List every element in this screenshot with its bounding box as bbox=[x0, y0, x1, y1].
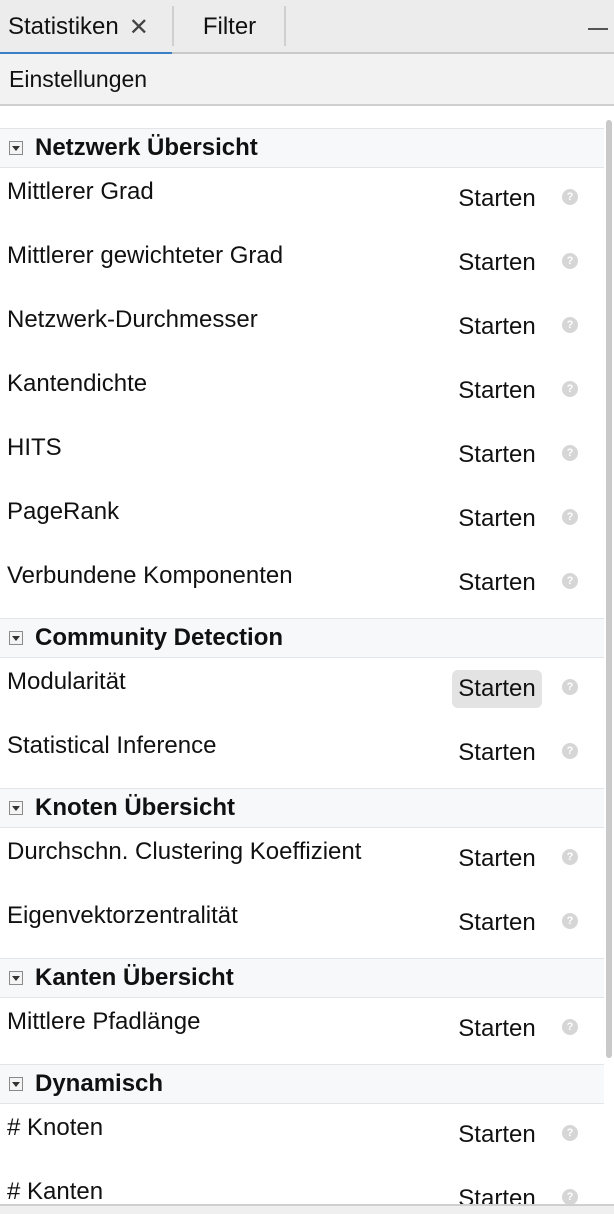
run-button[interactable]: Starten bbox=[452, 670, 542, 708]
help-icon[interactable]: ? bbox=[562, 1189, 578, 1204]
stat-row-eigenvektorzentralitaet: Eigenvektorzentralität Starten ? bbox=[0, 892, 604, 956]
help-icon[interactable]: ? bbox=[562, 253, 578, 269]
section-title: Netzwerk Übersicht bbox=[35, 134, 258, 161]
settings-label: Einstellungen bbox=[9, 65, 148, 92]
collapse-icon[interactable] bbox=[9, 141, 23, 155]
tab-statistiken-label: Statistiken bbox=[8, 13, 119, 40]
stat-row-mittlerer-gewichteter-grad: Mittlerer gewichteter Grad Starten ? bbox=[0, 232, 604, 296]
help-icon[interactable]: ? bbox=[562, 1019, 578, 1035]
stat-row-statistical-inference: Statistical Inference Starten ? bbox=[0, 722, 604, 786]
help-icon[interactable]: ? bbox=[562, 317, 578, 333]
section-header-netzwerk-uebersicht[interactable]: Netzwerk Übersicht bbox=[0, 128, 604, 168]
section-title: Community Detection bbox=[35, 624, 284, 651]
help-icon[interactable]: ? bbox=[562, 509, 578, 525]
section-title: Knoten Übersicht bbox=[35, 794, 236, 821]
stat-row-netzwerk-durchmesser: Netzwerk-Durchmesser Starten ? bbox=[0, 296, 604, 360]
run-button[interactable]: Starten bbox=[452, 308, 542, 346]
run-button[interactable]: Starten bbox=[452, 734, 542, 772]
minimize-icon[interactable] bbox=[588, 28, 608, 30]
stat-label: Mittlere Pfadlänge bbox=[7, 1008, 201, 1035]
stat-row-clustering-koeffizient: Durchschn. Clustering Koeffizient Starte… bbox=[0, 828, 604, 892]
stat-label: Mittlerer gewichteter Grad bbox=[7, 242, 284, 269]
collapse-icon[interactable] bbox=[9, 801, 23, 815]
help-icon[interactable]: ? bbox=[562, 679, 578, 695]
run-button[interactable]: Starten bbox=[452, 1180, 542, 1204]
stat-row-kantendichte: Kantendichte Starten ? bbox=[0, 360, 604, 424]
stat-row-verbundene-komponenten: Verbundene Komponenten Starten ? bbox=[0, 552, 604, 616]
stat-row-mittlerer-grad: Mittlerer Grad Starten ? bbox=[0, 168, 604, 232]
tab-filter-label: Filter bbox=[202, 13, 257, 40]
stat-label: Durchschn. Clustering Koeffizient bbox=[7, 838, 362, 865]
statistics-list: Netzwerk Übersicht Mittlerer Grad Starte… bbox=[0, 106, 614, 1204]
run-button[interactable]: Starten bbox=[452, 840, 542, 878]
stat-row-mittlere-pfadlaenge: Mittlere Pfadlänge Starten ? bbox=[0, 998, 604, 1062]
stat-label: Modularität bbox=[7, 668, 126, 695]
help-icon[interactable]: ? bbox=[562, 913, 578, 929]
section-title: Dynamisch bbox=[35, 1070, 164, 1097]
collapse-icon[interactable] bbox=[9, 1077, 23, 1091]
close-icon[interactable]: ✕ bbox=[129, 13, 149, 42]
section-title: Kanten Übersicht bbox=[35, 964, 234, 991]
help-icon[interactable]: ? bbox=[562, 849, 578, 865]
panel-bottom-edge bbox=[0, 1204, 614, 1214]
run-button[interactable]: Starten bbox=[452, 372, 542, 410]
run-button[interactable]: Starten bbox=[452, 1116, 542, 1154]
help-icon[interactable]: ? bbox=[562, 445, 578, 461]
help-icon[interactable]: ? bbox=[562, 189, 578, 205]
help-icon[interactable]: ? bbox=[562, 1125, 578, 1141]
tab-bar: Statistiken ✕ Filter bbox=[0, 0, 614, 56]
vertical-scrollbar[interactable] bbox=[606, 120, 612, 1058]
stat-label: Statistical Inference bbox=[7, 732, 217, 759]
stat-row-hits: HITS Starten ? bbox=[0, 424, 604, 488]
section-header-knoten-uebersicht[interactable]: Knoten Übersicht bbox=[0, 788, 604, 828]
stat-row-kanten-count: # Kanten Starten ? bbox=[0, 1168, 604, 1204]
stat-label: PageRank bbox=[7, 498, 120, 525]
stat-label: # Kanten bbox=[7, 1178, 104, 1204]
stat-label: Mittlerer Grad bbox=[7, 178, 154, 205]
tab-separator bbox=[284, 6, 286, 46]
help-icon[interactable]: ? bbox=[562, 743, 578, 759]
collapse-icon[interactable] bbox=[9, 971, 23, 985]
stat-label: Eigenvektorzentralität bbox=[7, 902, 238, 929]
run-button[interactable]: Starten bbox=[452, 564, 542, 602]
tab-filter[interactable]: Filter bbox=[174, 0, 285, 54]
stat-label: Kantendichte bbox=[7, 370, 148, 397]
section-header-community-detection[interactable]: Community Detection bbox=[0, 618, 604, 658]
run-button[interactable]: Starten bbox=[452, 904, 542, 942]
run-button[interactable]: Starten bbox=[452, 500, 542, 538]
help-icon[interactable]: ? bbox=[562, 573, 578, 589]
run-button[interactable]: Starten bbox=[452, 244, 542, 282]
tab-statistiken[interactable]: Statistiken ✕ bbox=[0, 0, 172, 56]
stat-label: HITS bbox=[7, 434, 62, 461]
section-header-kanten-uebersicht[interactable]: Kanten Übersicht bbox=[0, 958, 604, 998]
stat-row-knoten-count: # Knoten Starten ? bbox=[0, 1104, 604, 1168]
stat-label: Verbundene Komponenten bbox=[7, 562, 293, 589]
section-header-dynamisch[interactable]: Dynamisch bbox=[0, 1064, 604, 1104]
stat-row-pagerank: PageRank Starten ? bbox=[0, 488, 604, 552]
settings-bar[interactable]: Einstellungen bbox=[0, 54, 614, 106]
collapse-icon[interactable] bbox=[9, 631, 23, 645]
stat-label: # Knoten bbox=[7, 1114, 104, 1141]
help-icon[interactable]: ? bbox=[562, 381, 578, 397]
run-button[interactable]: Starten bbox=[452, 1010, 542, 1048]
run-button[interactable]: Starten bbox=[452, 180, 542, 218]
stat-label: Netzwerk-Durchmesser bbox=[7, 306, 258, 333]
stat-row-modularitaet: Modularität Starten ? bbox=[0, 658, 604, 722]
run-button[interactable]: Starten bbox=[452, 436, 542, 474]
